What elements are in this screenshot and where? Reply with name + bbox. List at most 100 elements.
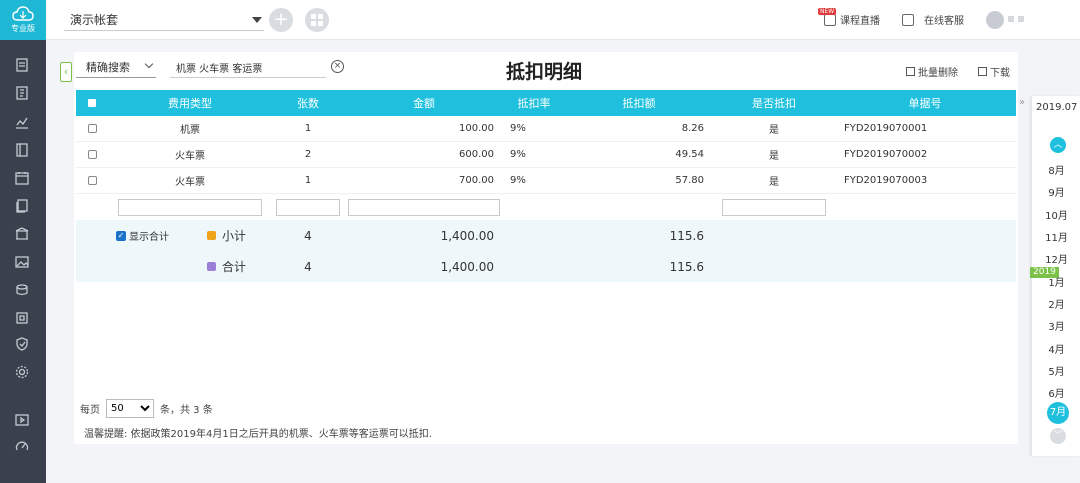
cell-doc-no[interactable]: FYD2019070001	[834, 116, 1016, 141]
header-expense-type[interactable]: 费用类型	[108, 90, 272, 116]
course-live-link[interactable]: NEW 课程直播	[818, 8, 880, 27]
month-up-button[interactable]: ︿	[1050, 137, 1066, 153]
filter-deducted-input[interactable]	[722, 198, 826, 216]
header-count[interactable]: 张数	[272, 90, 344, 116]
cell-amount: 100.00	[459, 123, 494, 134]
account-selector[interactable]: 演示帐套	[64, 9, 264, 31]
month-item[interactable]: 12月	[1032, 251, 1080, 266]
page-title: 抵扣明细	[506, 61, 583, 83]
header-is-deducted[interactable]: 是否抵扣	[714, 90, 834, 116]
batch-delete-label: 批量删除	[918, 68, 958, 79]
caret-down-icon	[252, 17, 262, 23]
show-total-label: 显示合计	[129, 232, 169, 243]
cell-amount: 700.00	[459, 175, 494, 186]
table-row[interactable]: 火车票 2 600.00 9% 49.54 是 FYD2019070002	[76, 142, 1016, 168]
cell-deducted: 是	[769, 125, 779, 136]
sidebar-item-speed[interactable]	[12, 436, 32, 456]
avatar[interactable]	[986, 11, 1004, 29]
download-label: 下载	[990, 68, 1010, 79]
month-item[interactable]: 1月	[1032, 274, 1080, 289]
month-item[interactable]: 2月	[1032, 296, 1080, 311]
cell-deduction: 57.80	[675, 175, 704, 186]
collapse-panel-button[interactable]: ‹	[60, 62, 72, 82]
cell-deduction: 49.54	[675, 149, 704, 160]
online-service-label: 在线客服	[924, 16, 964, 27]
sidebar-item-assets[interactable]	[12, 224, 32, 244]
sidebar-item-security[interactable]	[12, 334, 32, 354]
filter-count-input[interactable]	[276, 198, 340, 216]
sidebar-item-settings[interactable]	[12, 362, 32, 382]
sidebar-item-invoice[interactable]	[12, 83, 32, 103]
cell-amount: 600.00	[459, 149, 494, 160]
filter-amount-input[interactable]	[348, 198, 500, 216]
month-item[interactable]: 11月	[1032, 229, 1080, 244]
month-item[interactable]: 6月	[1032, 385, 1080, 400]
image-icon	[15, 256, 29, 268]
header-rate[interactable]: 抵扣率	[504, 90, 564, 116]
cell-doc-no[interactable]: FYD2019070003	[834, 168, 1016, 193]
sidebar-item-money[interactable]	[12, 280, 32, 300]
row-checkbox[interactable]	[87, 176, 97, 185]
table-row[interactable]: 火车票 1 700.00 9% 57.80 是 FYD2019070003	[76, 168, 1016, 194]
sidebar-item-calendar[interactable]	[12, 168, 32, 188]
app-logo[interactable]: 专业版	[0, 0, 46, 40]
search-input[interactable]	[170, 58, 326, 78]
search-mode-select[interactable]: 精确搜索	[76, 58, 156, 78]
table-header: 费用类型 张数 金额 抵扣率 抵扣额 是否抵扣 单据号	[76, 90, 1016, 116]
double-chevron-right-icon[interactable]: »	[1019, 97, 1025, 108]
download-button[interactable]: 下载	[978, 64, 1010, 79]
line-chart-icon	[16, 117, 28, 129]
subtotal-amount: 1,400.00	[440, 228, 494, 243]
batch-delete-button[interactable]: 批量删除	[906, 64, 958, 79]
cell-count: 1	[304, 123, 312, 134]
sidebar-item-tax[interactable]	[12, 308, 32, 328]
cell-deducted: 是	[769, 177, 779, 188]
header-amount[interactable]: 金额	[344, 90, 504, 116]
filter-type-input[interactable]	[118, 198, 262, 216]
deduction-table: 费用类型 张数 金额 抵扣率 抵扣额 是否抵扣 单据号 机票 1 100.00 …	[76, 90, 1016, 282]
online-service-link[interactable]: 在线客服	[902, 12, 964, 27]
logo-label: 专业版	[11, 24, 35, 33]
month-item[interactable]: 3月	[1032, 318, 1080, 333]
header-deduction[interactable]: 抵扣额	[564, 90, 714, 116]
sidebar-item-video[interactable]	[12, 410, 32, 430]
policy-tip: 温馨提醒: 依据政策2019年4月1日之后开具的机票、火车票等客运票可以抵扣.	[84, 429, 432, 440]
month-item[interactable]: 4月	[1032, 341, 1080, 356]
month-item-selected[interactable]: 7月	[1047, 402, 1069, 424]
total-deduction: 115.6	[669, 259, 704, 274]
cell-doc-no[interactable]: FYD2019070002	[834, 142, 1016, 167]
clear-search-icon[interactable]: ×	[331, 60, 344, 73]
month-item[interactable]: 9月	[1032, 184, 1080, 199]
cloud-icon	[12, 6, 34, 21]
chevron-down-icon: ﹀	[1053, 431, 1063, 441]
add-button[interactable]: +	[269, 8, 293, 32]
building-icon	[15, 227, 29, 240]
sidebar-item-ledger[interactable]	[12, 140, 32, 160]
subtotal-icon	[206, 231, 216, 240]
cell-rate: 9%	[510, 149, 526, 160]
sidebar-item-voucher[interactable]	[12, 55, 32, 75]
month-item[interactable]: 8月	[1032, 162, 1080, 177]
subtotal-deduction: 115.6	[669, 228, 704, 243]
book-icon	[16, 143, 28, 157]
table-row[interactable]: 机票 1 100.00 9% 8.26 是 FYD2019070001	[76, 116, 1016, 142]
total-row: 合计 4 1,400.00 115.6	[76, 251, 1016, 282]
chevron-down-icon	[144, 59, 154, 69]
sidebar-item-files[interactable]	[12, 196, 32, 216]
document-icon	[16, 58, 28, 72]
per-page-select[interactable]: 50	[106, 399, 154, 418]
grid-button[interactable]	[305, 8, 329, 32]
row-checkbox[interactable]	[87, 124, 97, 133]
cell-type: 火车票	[175, 177, 205, 188]
month-item[interactable]: 5月	[1032, 363, 1080, 378]
sidebar-item-gallery[interactable]	[12, 252, 32, 272]
header-doc-no[interactable]: 单据号	[834, 90, 1016, 116]
month-down-button[interactable]: ﹀	[1050, 428, 1066, 444]
user-name-blurred[interactable]	[1008, 16, 1024, 22]
coins-icon	[16, 284, 28, 296]
month-item[interactable]: 10月	[1032, 207, 1080, 222]
row-checkbox[interactable]	[87, 150, 97, 159]
show-total-checkbox[interactable]: ✓	[116, 230, 126, 241]
select-all-checkbox[interactable]	[88, 99, 96, 107]
sidebar-item-report[interactable]	[12, 112, 32, 132]
